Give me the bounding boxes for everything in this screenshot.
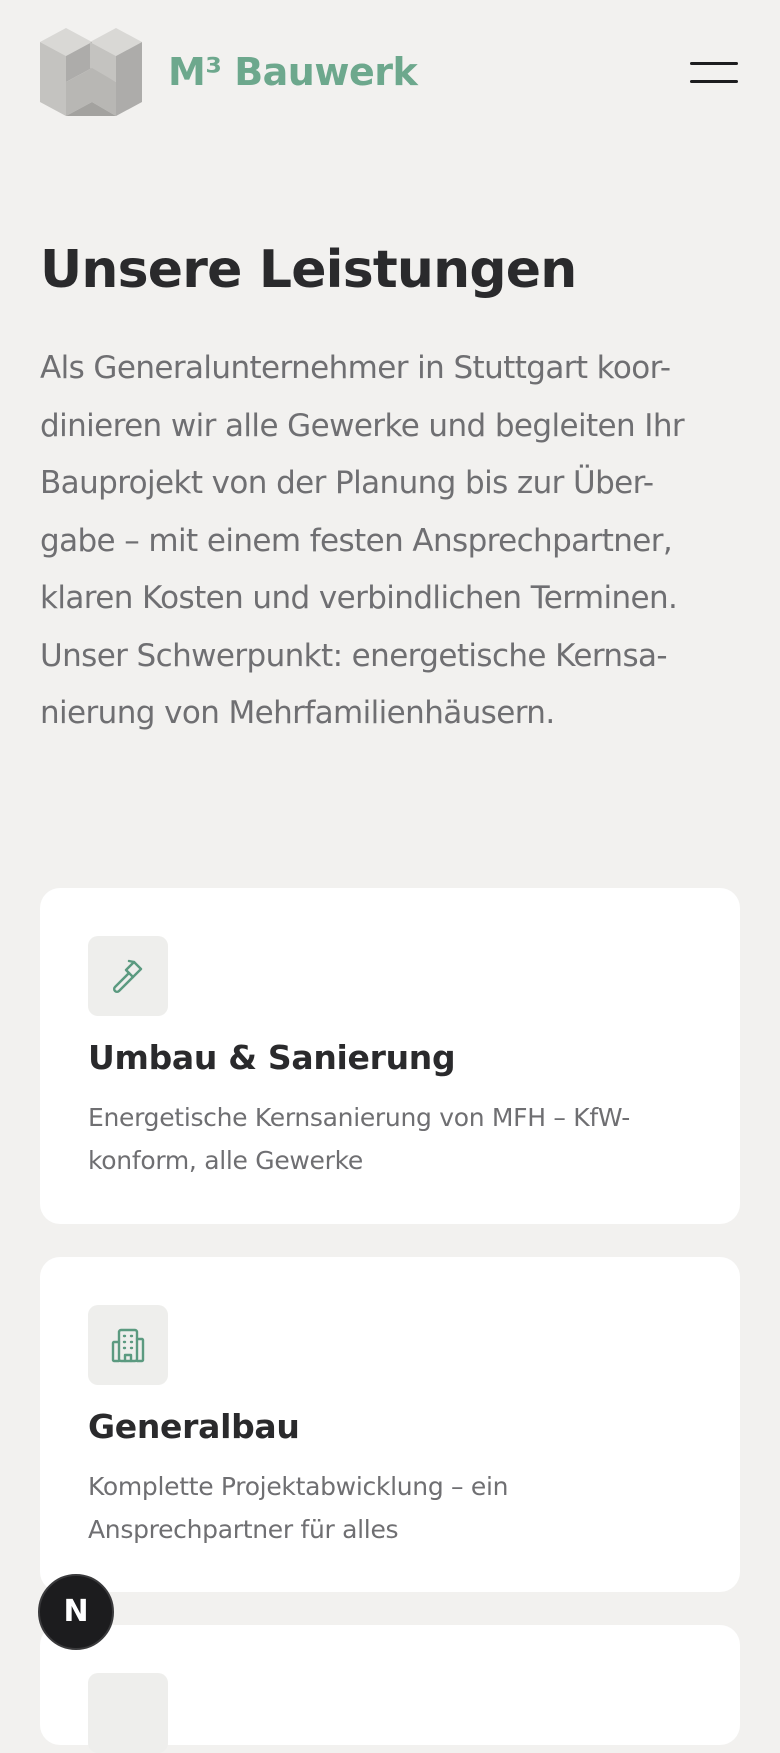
intro-line: Als Generalunternehmer in Stuttgart koor… <box>40 350 671 386</box>
service-description: Komplette Projektabwicklung – ein Anspre… <box>88 1465 698 1551</box>
intro-text: Als Generalunternehmer in Stuttgart koor… <box>40 340 740 743</box>
service-title: Generalbau <box>88 1407 300 1446</box>
hamburger-menu-icon[interactable] <box>690 58 740 86</box>
page-title: Unsere Leistungen <box>40 240 577 300</box>
nextjs-dev-indicator-icon[interactable]: N <box>38 1574 114 1650</box>
service-description: Energetische Kernsanierung von MFH – KfW… <box>88 1096 698 1182</box>
intro-line: Unser Schwerpunkt: energetische Kernsa- <box>40 637 668 674</box>
service-card-umbau[interactable]: Umbau & Sanierung Energetische Kernsanie… <box>40 888 740 1224</box>
service-description-line: Ansprechpartner für alles <box>88 1515 399 1544</box>
intro-line: klaren Kosten und verbindlichen Terminen… <box>40 580 678 616</box>
service-description-line: Energetische Kernsanierung von MFH – KfW… <box>88 1103 630 1132</box>
menu-line <box>690 80 738 83</box>
intro-line: nierung von Mehrfamilienhäusern. <box>40 695 555 731</box>
service-description-line: Komplette Projektabwicklung – ein <box>88 1472 509 1501</box>
intro-line: dinieren wir alle Gewerke und begleiten … <box>40 407 685 444</box>
hammer-icon <box>88 936 168 1016</box>
service-card-generalbau[interactable]: Generalbau Komplette Projektabwicklung –… <box>40 1257 740 1592</box>
service-title: Umbau & Sanierung <box>88 1038 456 1077</box>
building-icon <box>88 1305 168 1385</box>
service-card-next[interactable] <box>40 1625 740 1753</box>
intro-line: Bauprojekt von der Planung bis zur Über- <box>40 465 654 501</box>
brand-name[interactable]: M³ Bauwerk <box>168 50 418 94</box>
intro-line: gabe – mit einem festen Ansprechpartner, <box>40 522 673 559</box>
site-header: M³ Bauwerk <box>0 0 780 145</box>
service-icon <box>88 1673 168 1753</box>
m3-cube-logo[interactable] <box>40 28 142 116</box>
service-description-line: konform, alle Gewerke <box>88 1146 363 1175</box>
menu-line <box>690 62 738 65</box>
